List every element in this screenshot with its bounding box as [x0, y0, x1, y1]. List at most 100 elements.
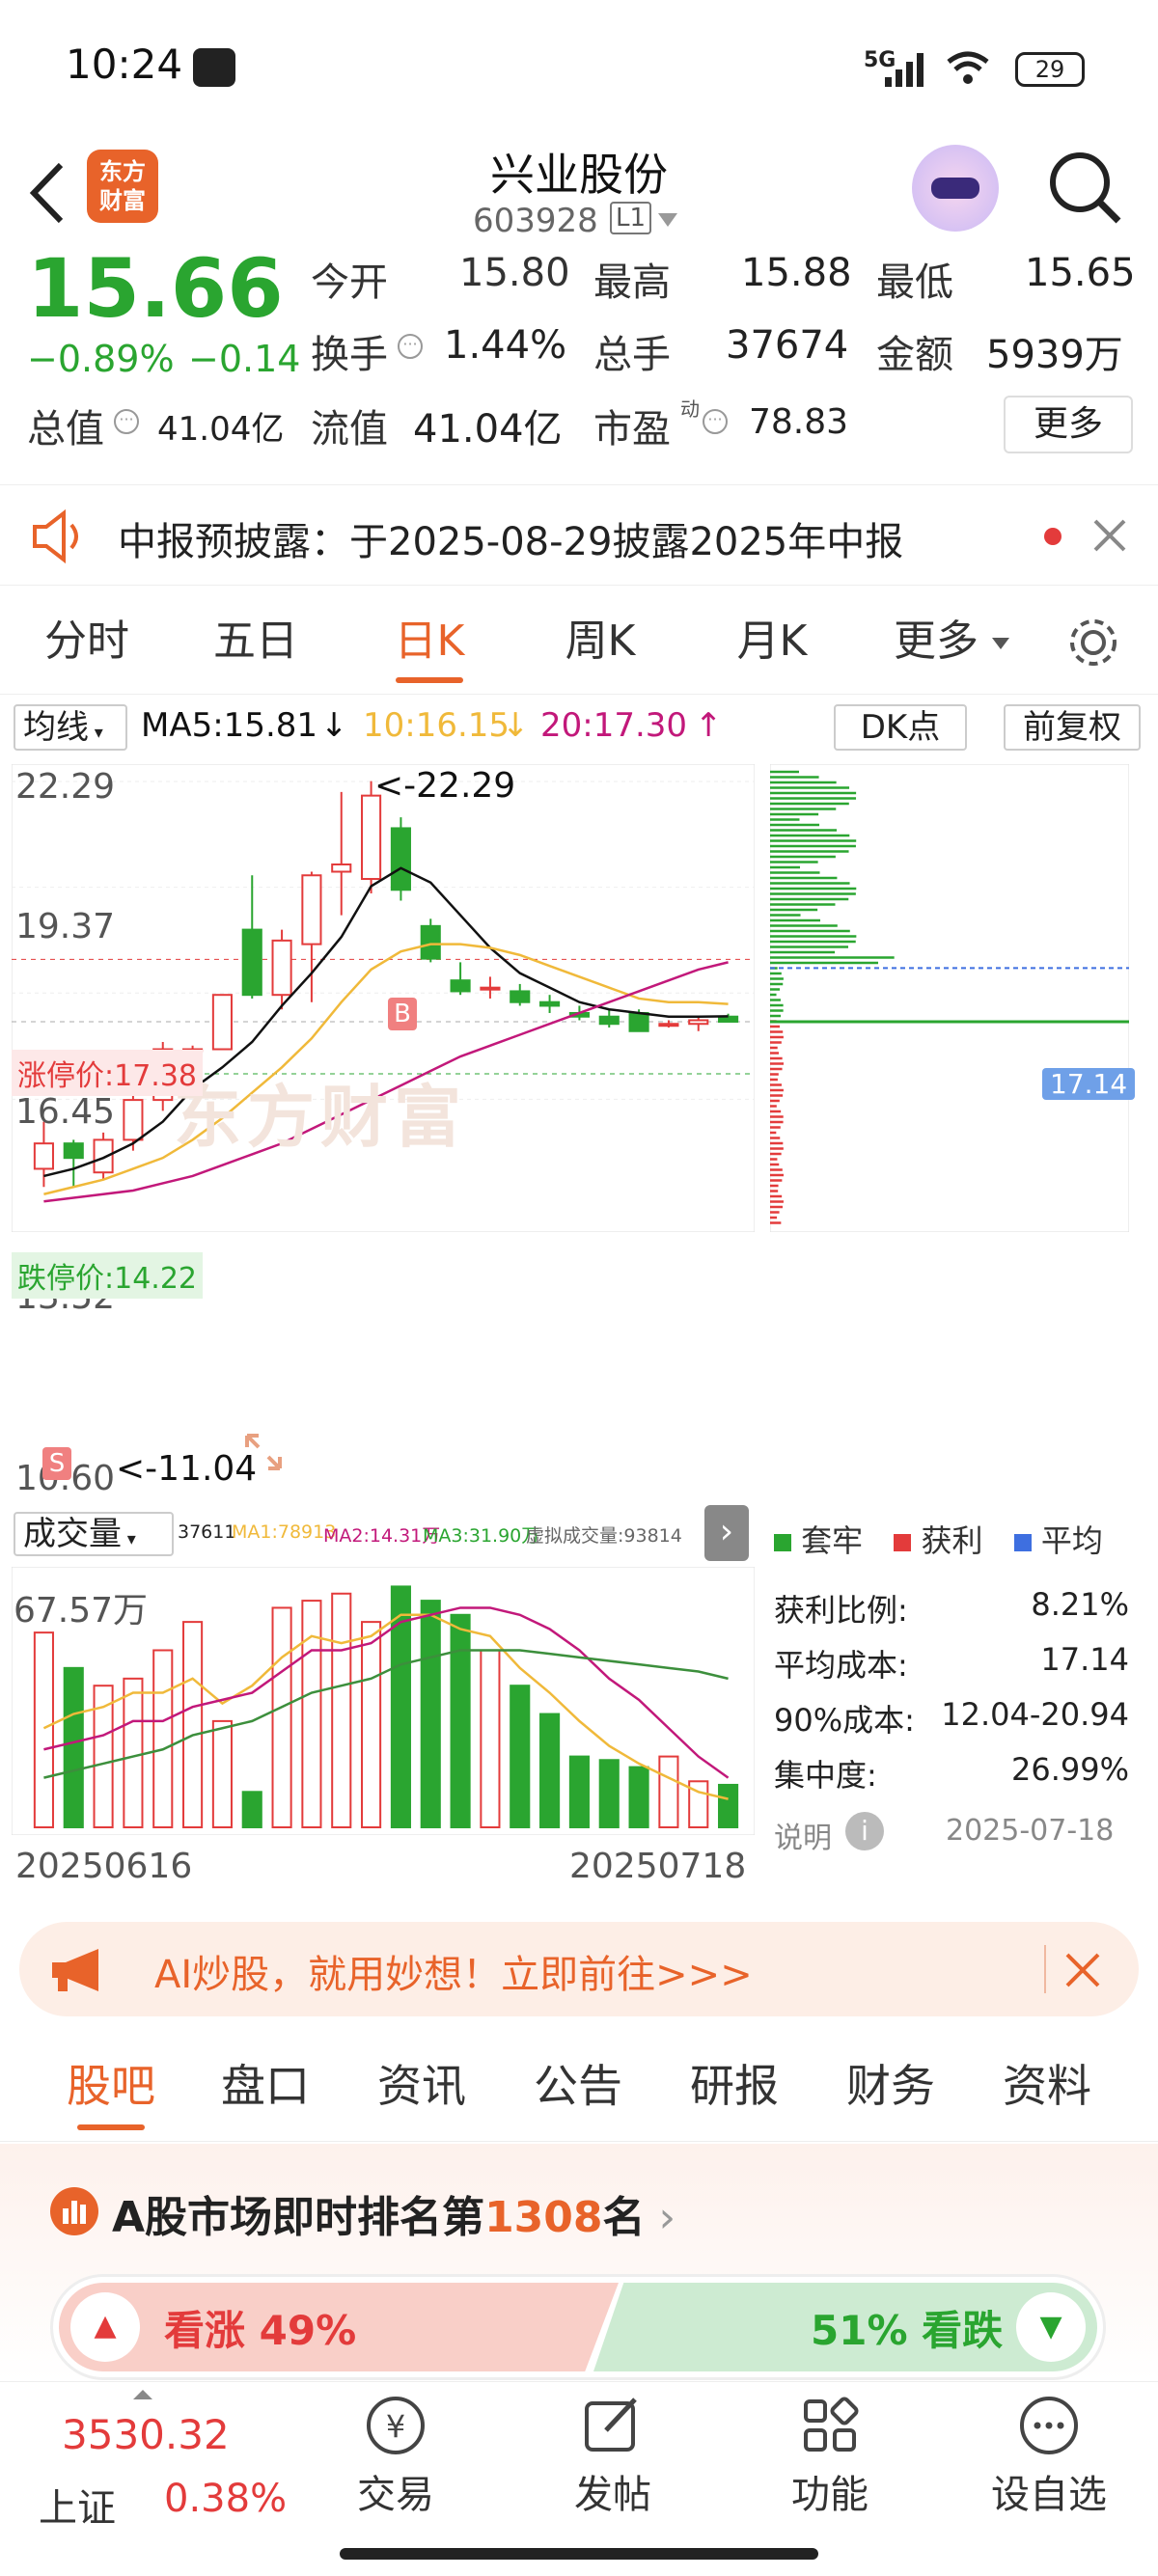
rank-prefix: A股市场即时排名第	[112, 2193, 485, 2242]
dk-point-button[interactable]: DK点	[834, 704, 967, 751]
tab-orderbook[interactable]: 盘口	[193, 2031, 338, 2142]
vol-readout: 37611	[178, 1521, 236, 1543]
tab-finance[interactable]: 财务	[818, 2031, 963, 2142]
more-button[interactable]: 更多	[1004, 396, 1133, 453]
tab-monthly-k[interactable]: 月K	[704, 589, 840, 695]
volume-select-button[interactable]: 成交量 ▾	[14, 1512, 174, 1556]
notice-text: 中报预披露：于2025-08-29披露2025年中报	[118, 520, 904, 564]
index-value[interactable]: 3530.32	[62, 2411, 230, 2458]
price-tick: 16.45	[15, 1092, 116, 1132]
mktcap-value: 41.04亿	[157, 410, 285, 449]
quote-panel: 15.66 −0.89% −0.14 今开 15.80 最高 15.88 最低 …	[0, 241, 1158, 477]
stat-label: 90%成本:	[774, 1702, 915, 1739]
home-indicator	[340, 2548, 818, 2560]
functions-button[interactable]: 功能	[782, 2392, 878, 2519]
ma20-readout: 20:17.30	[540, 706, 688, 745]
vol-ma3-readout: MA3:31.90万	[423, 1525, 540, 1547]
tab-research[interactable]: 研报	[662, 2031, 807, 2142]
tab-news[interactable]: 资讯	[349, 2031, 494, 2142]
post-button[interactable]: 发帖	[565, 2392, 661, 2519]
add-watchlist-button[interactable]: 设自选	[977, 2392, 1121, 2519]
stat-label: 获利比例:	[774, 1592, 908, 1629]
turnover-label: 换手	[311, 333, 388, 377]
price-tick: 19.37	[15, 907, 116, 946]
rank-suffix: 名	[602, 2193, 646, 2242]
volume-bar	[152, 1649, 174, 1828]
yen-trade-icon: ¥	[367, 2397, 425, 2454]
candle-body	[598, 1015, 620, 1026]
expand-icon[interactable]	[241, 1430, 286, 1474]
tab-five-day[interactable]: 五日	[188, 589, 323, 695]
info-icon[interactable]: ···	[114, 409, 139, 434]
index-name: 上证	[39, 2486, 116, 2531]
chip-date: 2025-07-18	[946, 1814, 1115, 1848]
change-percent: −0.89%	[27, 338, 175, 380]
tab-profile[interactable]: 资料	[975, 2031, 1119, 2142]
volume-bar	[33, 1631, 54, 1828]
candle-body	[33, 1142, 54, 1170]
chevron-right-icon[interactable]: ›	[704, 1505, 749, 1561]
back-arrow-icon[interactable]	[24, 159, 67, 227]
volume-bar	[658, 1755, 679, 1828]
add-watchlist-label: 设自选	[991, 2473, 1107, 2517]
volume-bar	[718, 1783, 739, 1828]
buy-signal-marker[interactable]: B	[388, 998, 417, 1030]
stock-name: 兴业股份	[490, 149, 668, 201]
adjust-type-button[interactable]: 前复权	[1004, 704, 1141, 751]
stat-value: 26.99%	[1010, 1751, 1129, 1788]
legend-trapped: 套牢	[801, 1522, 864, 1559]
robot-assistant-icon[interactable]	[912, 145, 999, 232]
tab-announcements[interactable]: 公告	[506, 2031, 650, 2142]
chip-note-label: 说明	[774, 1822, 832, 1855]
index-change: 0.38%	[164, 2477, 288, 2521]
volume-bar	[361, 1621, 382, 1828]
close-icon[interactable]	[1063, 1951, 1102, 1989]
info-icon[interactable]: ···	[703, 409, 728, 434]
bullish-arrow-icon: ▲	[70, 2292, 140, 2362]
bearish-arrow-icon: ▼	[1016, 2292, 1086, 2362]
chevron-down-icon[interactable]	[656, 211, 679, 231]
volume-bar	[331, 1592, 352, 1829]
trade-button[interactable]: ¥ 交易	[347, 2392, 444, 2519]
tab-intraday[interactable]: 分时	[19, 589, 154, 695]
current-price: 15.66	[27, 241, 284, 336]
float-label: 流值	[311, 407, 388, 452]
ma-select-button[interactable]: 均线 ▾	[14, 704, 127, 751]
candle-body	[241, 928, 262, 997]
tab-more[interactable]: 更多	[883, 589, 989, 695]
ma10-down-arrow: ↓	[502, 706, 530, 745]
candle-body	[539, 1000, 561, 1007]
gear-icon[interactable]	[1066, 616, 1120, 670]
chevron-down-icon[interactable]	[991, 637, 1010, 650]
chevron-up-icon[interactable]	[131, 2388, 154, 2401]
stat-label: 集中度:	[774, 1757, 877, 1794]
pe-label: 市盈	[593, 407, 671, 452]
app-notification-icon	[193, 48, 235, 87]
candlestick-chart[interactable]	[12, 764, 755, 1232]
stat-value: 12.04-20.94	[941, 1696, 1129, 1733]
mktcap-label: 总值	[27, 407, 104, 452]
ai-promo-banner[interactable]: AI炒股，就用妙想！立即前往>>>	[19, 1922, 1139, 2016]
close-icon[interactable]	[1090, 516, 1129, 555]
tab-weekly-k[interactable]: 周K	[533, 589, 668, 695]
sell-signal-marker[interactable]: S	[42, 1447, 71, 1480]
legend-profit: 获利	[921, 1522, 983, 1559]
info-icon[interactable]: i	[845, 1812, 884, 1850]
ma5-down-arrow: ↓	[320, 706, 348, 745]
info-icon[interactable]: ···	[398, 334, 423, 359]
search-icon[interactable]	[1047, 150, 1124, 227]
wifi-icon	[947, 51, 989, 84]
post-label: 发帖	[574, 2473, 651, 2517]
rank-text[interactable]: A股市场即时排名第1308名 ›	[112, 2182, 676, 2244]
volume-bar	[271, 1606, 292, 1829]
chip-price-tag: 17.14	[1042, 1068, 1136, 1100]
chip-distribution-chart[interactable]	[770, 764, 1129, 1232]
bottom-toolbar: 3530.32 上证 0.38% ¥ 交易 发帖 功能 设自选	[0, 2381, 1158, 2576]
legend-average: 平均	[1040, 1522, 1103, 1559]
speaker-icon	[33, 509, 78, 563]
notice-bar[interactable]: 中报预披露：于2025-08-29披露2025年中报	[0, 484, 1158, 586]
volume-bar	[241, 1791, 262, 1828]
volume-bar	[598, 1759, 620, 1828]
high-label: 最高	[593, 260, 671, 305]
volume-bar	[450, 1613, 471, 1829]
